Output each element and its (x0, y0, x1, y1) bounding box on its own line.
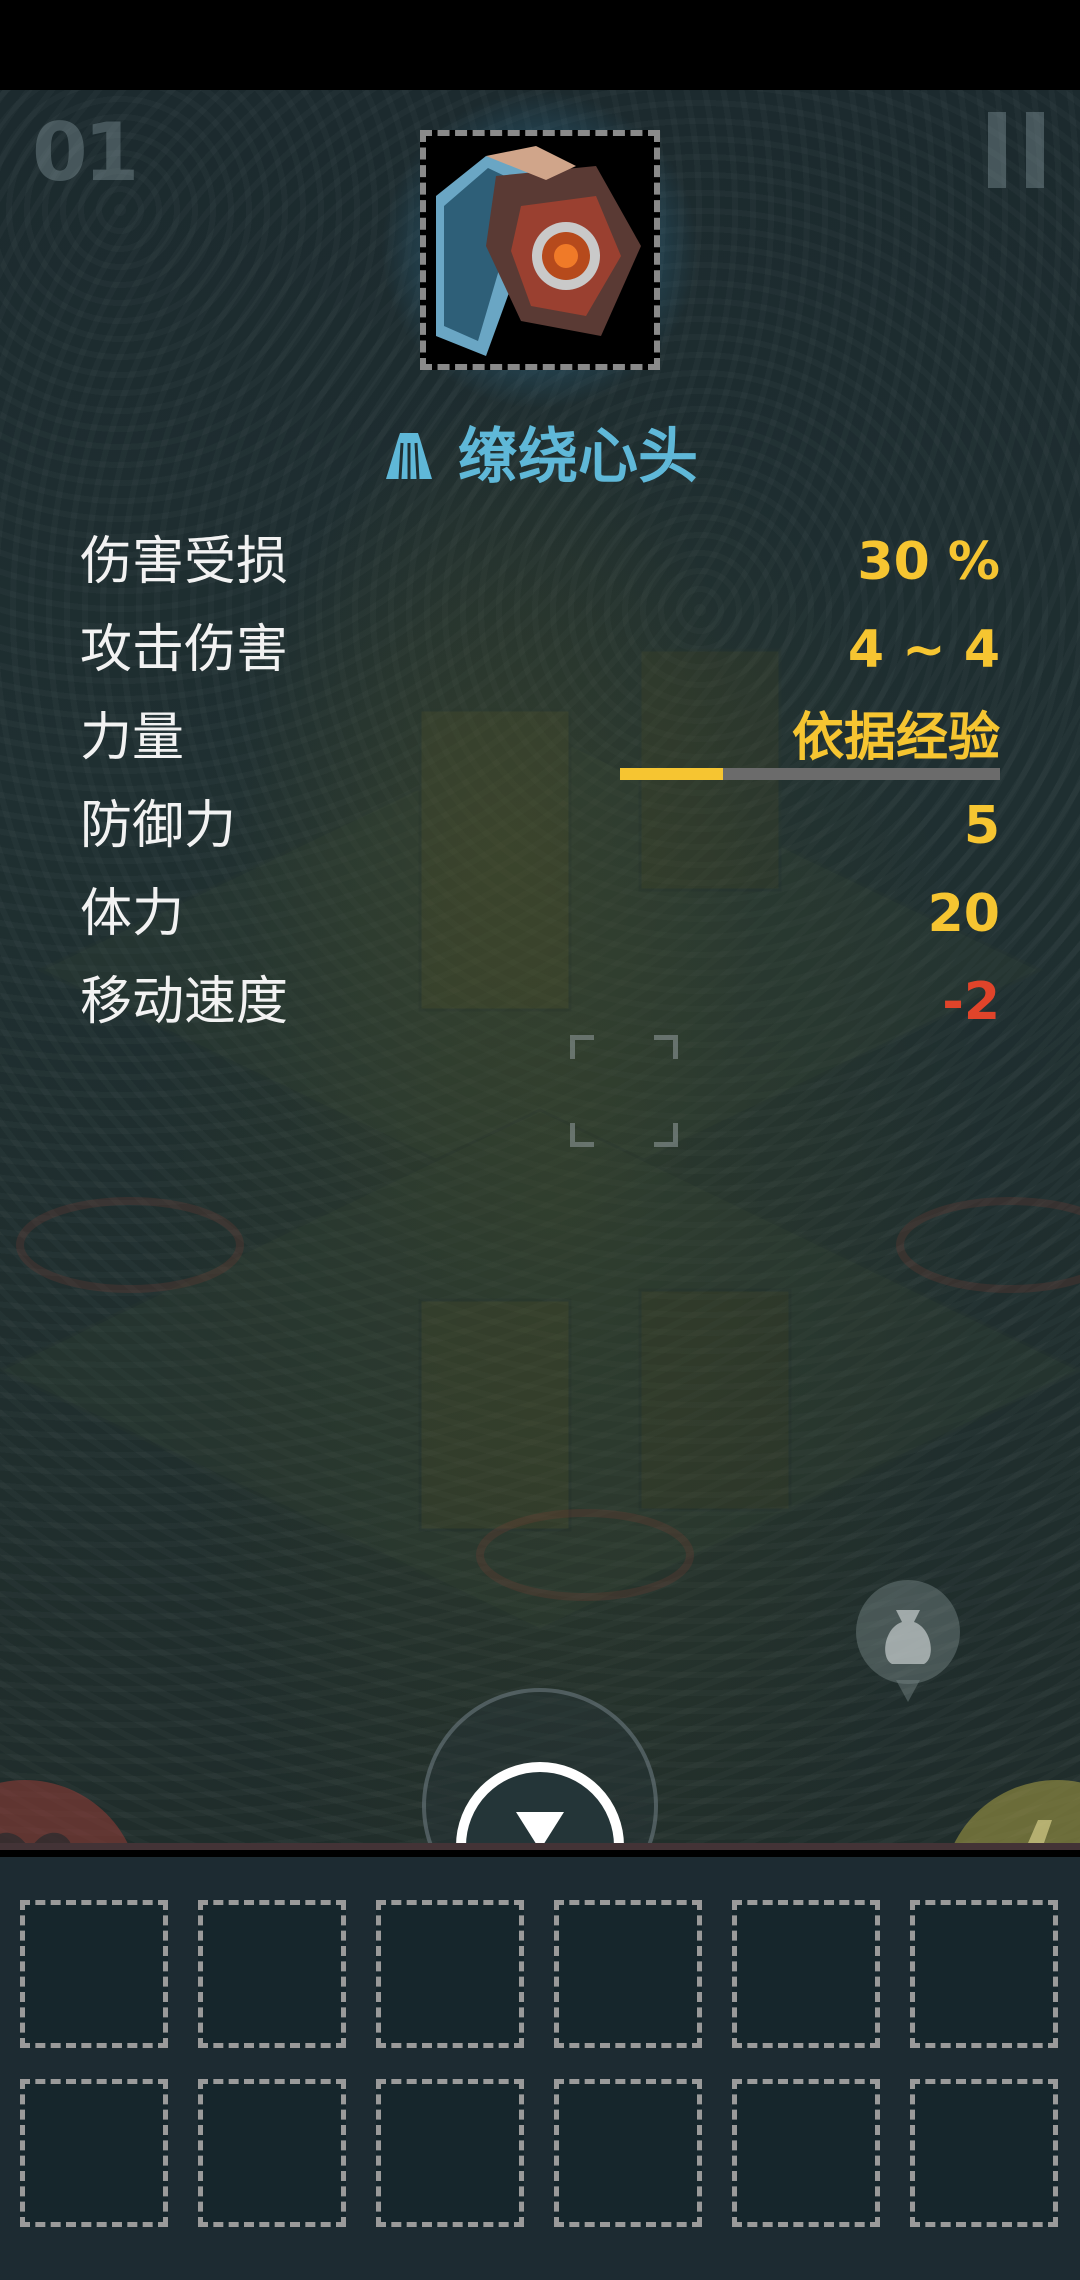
inventory-slot[interactable] (554, 1900, 702, 2048)
inventory-slot[interactable] (376, 1900, 524, 2048)
inventory-slot[interactable] (198, 2079, 346, 2227)
health-dial[interactable] (0, 1780, 140, 1850)
wave-counter: 01 (32, 106, 139, 199)
drop-item-icon (491, 1812, 589, 1850)
experience-bar (620, 768, 1000, 780)
inventory-slot[interactable] (554, 2079, 702, 2227)
ground-edge (0, 1843, 1080, 1850)
stat-value: 30 % (857, 532, 1000, 592)
inventory-slot[interactable] (910, 1900, 1058, 2048)
inventory-slot[interactable] (20, 1900, 168, 2048)
loot-bag-button[interactable] (856, 1580, 960, 1702)
loot-bag-icon (885, 1610, 931, 1664)
pause-button[interactable] (988, 112, 1044, 188)
stat-row-damage-taken: 伤害受损 30 % (80, 518, 1000, 606)
game-area: 01 缭绕心头 伤害受损 30 % 攻击伤害 4 ~ 4 力量 依据经验 防御力… (0, 90, 1080, 1850)
inventory-slot[interactable] (376, 2079, 524, 2227)
stat-row-attack-damage: 攻击伤害 4 ~ 4 (80, 606, 1000, 694)
heart-icon (0, 1832, 73, 1850)
cloak-icon (382, 428, 436, 498)
stat-row-defense: 防御力 5 (80, 782, 1000, 870)
cloak-item-icon (420, 130, 660, 370)
stat-value: 5 (963, 796, 1000, 856)
stat-label: 防御力 (80, 796, 237, 856)
stat-label: 体力 (80, 884, 185, 944)
stat-value: -2 (942, 972, 1000, 1032)
pause-icon (988, 112, 1006, 188)
inventory-slot[interactable] (20, 2079, 168, 2227)
stat-row-stamina: 体力 20 (80, 870, 1000, 958)
inventory-slot[interactable] (198, 1900, 346, 2048)
stat-label: 攻击伤害 (80, 620, 289, 680)
inventory-panel (0, 1857, 1080, 2280)
lightning-icon (1025, 1820, 1052, 1850)
experience-bar-fill (620, 768, 723, 780)
drop-item-button[interactable] (456, 1762, 624, 1850)
item-name: 缭绕心头 (458, 422, 698, 492)
inventory-slot[interactable] (910, 2079, 1058, 2227)
inventory-slot[interactable] (732, 1900, 880, 2048)
status-bar (0, 0, 1080, 90)
stats-panel: 伤害受损 30 % 攻击伤害 4 ~ 4 力量 依据经验 防御力 5 体力 20… (80, 518, 1000, 1046)
item-preview (380, 90, 700, 410)
item-name-row: 缭绕心头 (0, 408, 1080, 498)
stat-label: 移动速度 (80, 972, 289, 1032)
stat-value: 20 (927, 884, 1000, 944)
stat-label: 力量 (80, 708, 185, 768)
stat-label: 伤害受损 (80, 532, 289, 592)
energy-dial[interactable] (942, 1780, 1080, 1850)
stat-value: 4 ~ 4 (847, 620, 1000, 680)
stat-row-move-speed: 移动速度 -2 (80, 958, 1000, 1046)
target-reticle (570, 1035, 678, 1147)
inventory-slot[interactable] (732, 2079, 880, 2227)
